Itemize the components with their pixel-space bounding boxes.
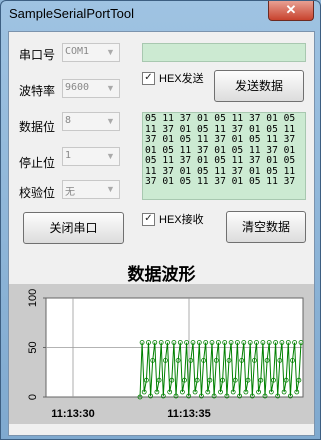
send-input[interactable]: [142, 43, 306, 62]
databits-label: 数据位: [19, 120, 56, 134]
parity-label: 校验位: [19, 186, 56, 200]
chevron-down-icon: ▼: [106, 184, 115, 194]
baud-value: 9600: [65, 82, 90, 93]
send-button[interactable]: 发送数据: [214, 70, 304, 102]
y-tick-label: 100: [27, 289, 39, 307]
parity-select[interactable]: 无 ▼: [62, 180, 120, 199]
checkbox-check-icon: ✓: [142, 212, 155, 226]
close-button[interactable]: ✕: [268, 1, 314, 21]
x-tick-label: 11:13:30: [51, 408, 94, 420]
waveform-chart: 11:13:30 11:13:35 100 50 0: [9, 284, 314, 424]
y-tick-label: 50: [27, 341, 39, 353]
app-window: SampleSerialPortTool ✕ 串口号 COM1 ▼ 波特率 96…: [0, 0, 321, 440]
close-port-button[interactable]: 关闭串口: [23, 212, 124, 244]
databits-value: 8: [65, 115, 72, 126]
checkbox-check-icon: ✓: [142, 71, 155, 85]
hex-receive-label: HEX接收: [159, 214, 204, 226]
window-title: SampleSerialPortTool: [9, 6, 135, 21]
x-tick-label: 11:13:35: [167, 408, 210, 420]
stopbits-label: 停止位: [19, 156, 56, 170]
port-label: 串口号: [19, 48, 56, 62]
title-bar[interactable]: SampleSerialPortTool ✕: [1, 1, 320, 29]
chart-title: 数据波形: [127, 265, 196, 284]
baud-select[interactable]: 9600 ▼: [62, 79, 120, 98]
clear-button[interactable]: 清空数据: [226, 211, 306, 243]
parity-value: 无: [65, 187, 75, 198]
hex-send-checkbox[interactable]: ✓ HEX发送: [142, 70, 204, 86]
chevron-down-icon: ▼: [106, 47, 115, 57]
stopbits-select[interactable]: 1 ▼: [62, 147, 120, 166]
port-select[interactable]: COM1 ▼: [62, 43, 120, 62]
hex-receive-checkbox[interactable]: ✓ HEX接收: [142, 211, 204, 227]
receive-output[interactable]: 05 11 37 01 05 11 37 01 05 11 37 01 05 1…: [142, 112, 306, 200]
baud-label: 波特率: [19, 84, 56, 98]
client-area: 串口号 COM1 ▼ 波特率 9600 ▼ 数据位 8 ▼ 停止位 1 ▼ 校验…: [8, 31, 315, 436]
hex-send-label: HEX发送: [159, 73, 204, 85]
chevron-down-icon: ▼: [106, 83, 115, 93]
databits-select[interactable]: 8 ▼: [62, 112, 120, 131]
port-value: COM1: [65, 46, 90, 57]
chevron-down-icon: ▼: [106, 151, 115, 161]
stopbits-value: 1: [65, 150, 72, 161]
y-tick-label: 0: [27, 394, 39, 400]
chevron-down-icon: ▼: [106, 116, 115, 126]
